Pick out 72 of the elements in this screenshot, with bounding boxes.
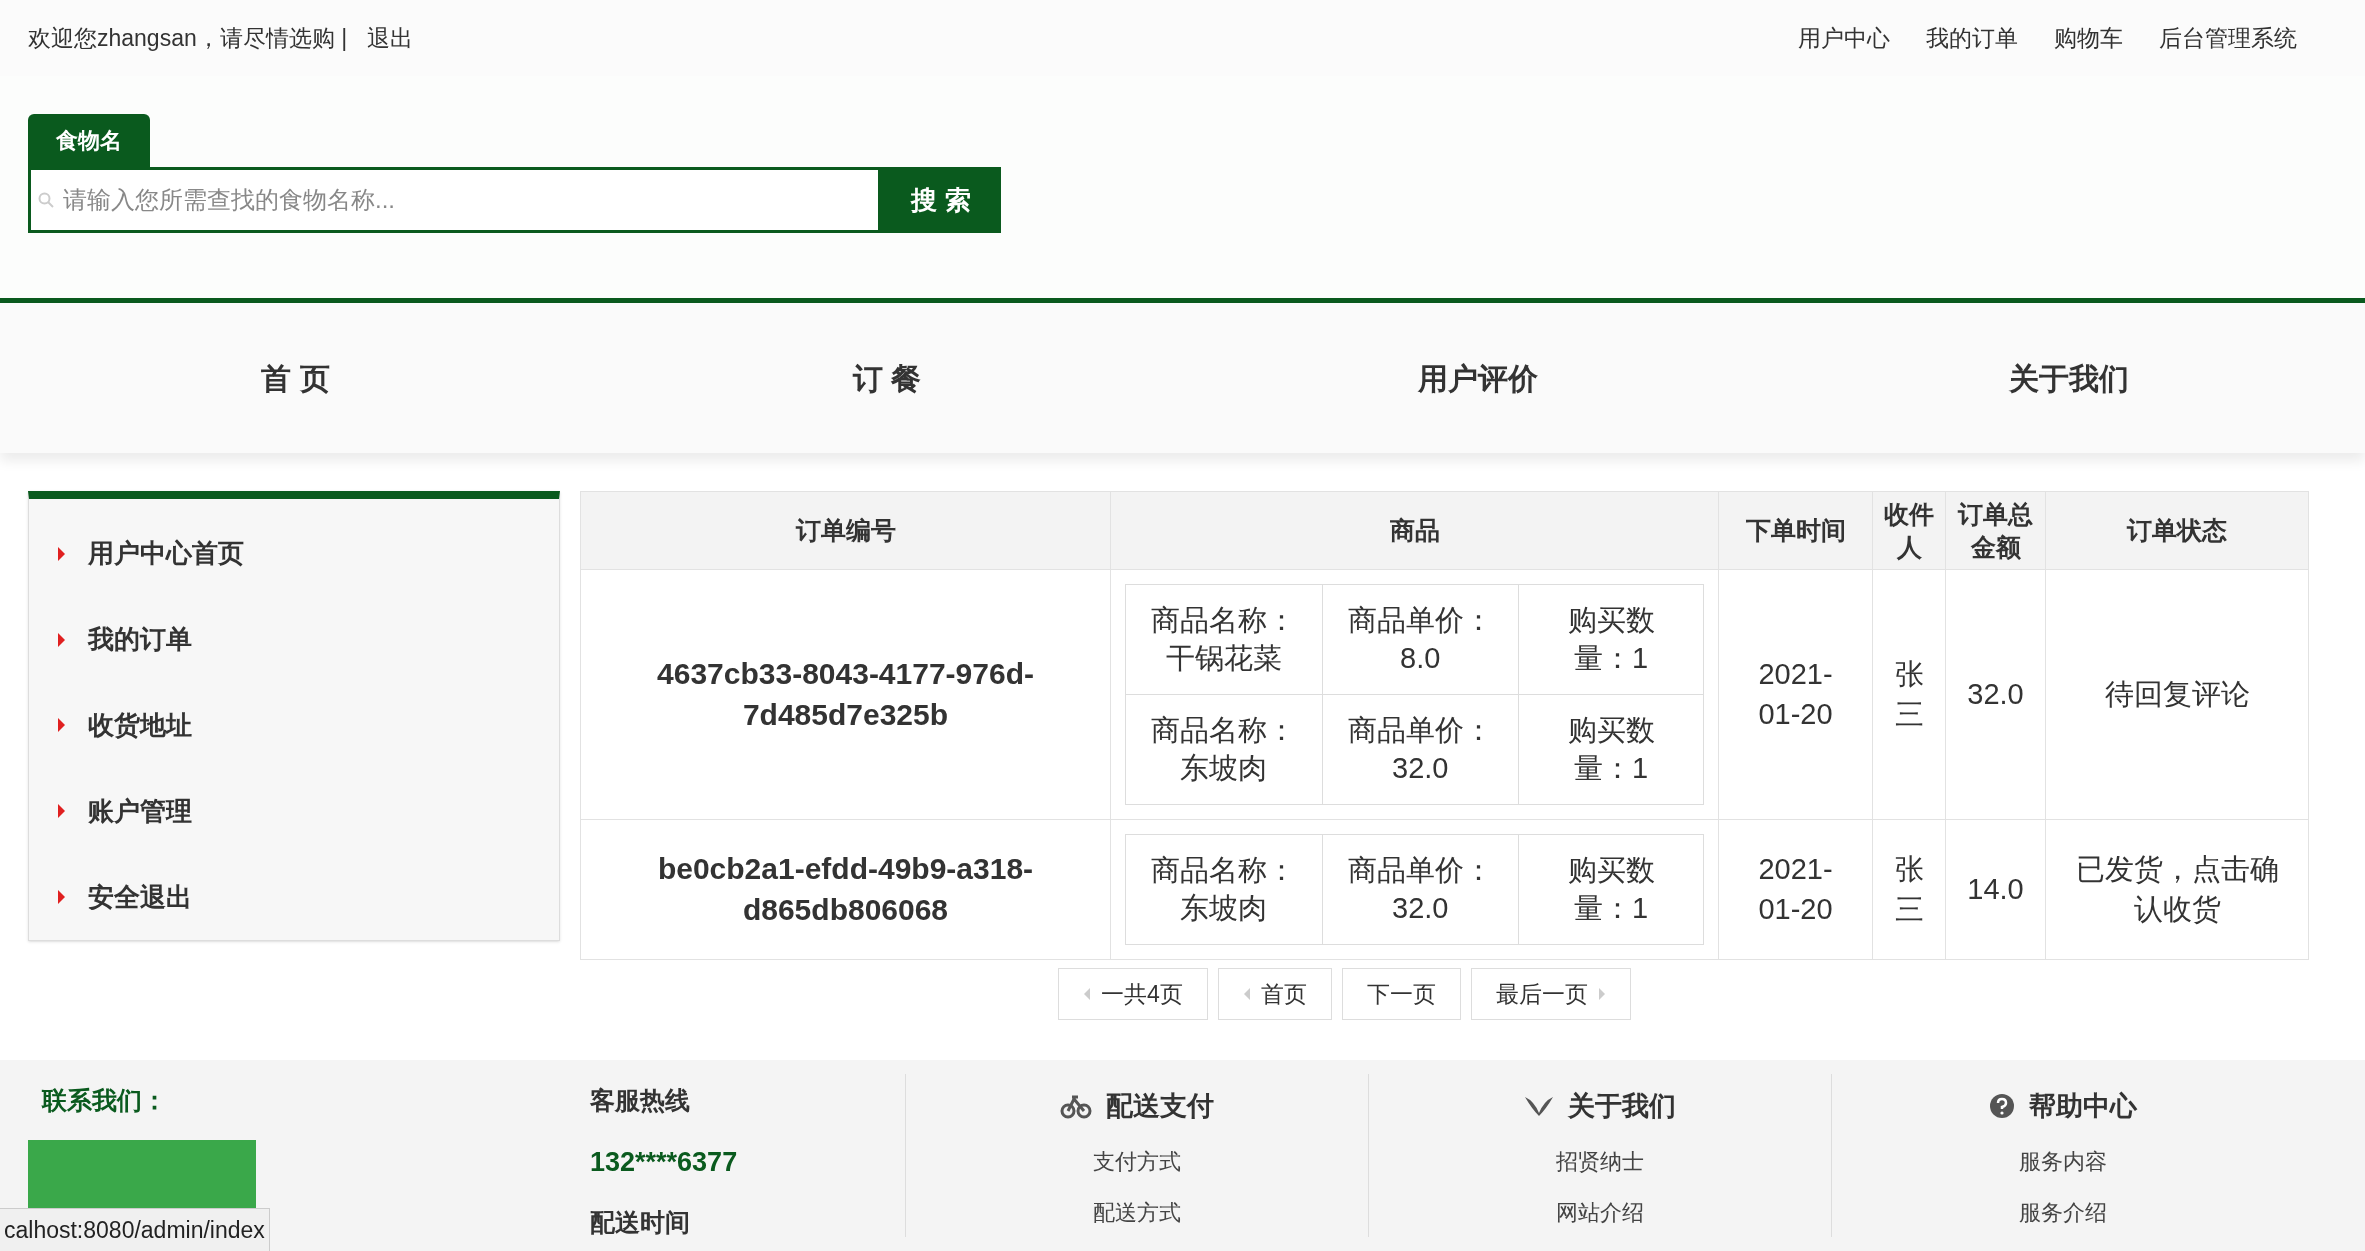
caret-right-icon: [57, 631, 66, 648]
search-icon: [38, 192, 54, 208]
status-bar-url: calhost:8080/admin/index: [0, 1207, 270, 1251]
column-header: 下单时间: [1718, 491, 1873, 570]
order-status-cell: 待回复评论: [2045, 569, 2309, 820]
sidebar-link[interactable]: 安全退出: [88, 877, 192, 917]
contact-title: 联系我们：: [42, 1085, 168, 1116]
footer-link[interactable]: 服务内容: [2019, 1144, 2107, 1178]
delivery-hours-title: 配送时间: [590, 1207, 691, 1238]
item-name-cell: 商品名称：东坡肉: [1125, 694, 1322, 805]
item-quantity-cell: 购买数量：1: [1518, 694, 1704, 805]
welcome-text: 欢迎您zhangsan，请尽情选购 |: [28, 23, 348, 53]
footer-column-title: 关于我们: [1568, 1090, 1676, 1123]
search-button[interactable]: 搜 索: [881, 167, 1001, 233]
item-price-cell: 商品单价：32.0: [1322, 834, 1519, 945]
pagination-button[interactable]: 最后一页: [1470, 968, 1631, 1020]
sidebar-link[interactable]: 账户管理: [88, 791, 192, 831]
main-nav-link[interactable]: 订 餐: [852, 355, 922, 401]
column-header: 订单总金额: [1945, 491, 2046, 570]
pagination-button[interactable]: 下一页: [1341, 968, 1461, 1020]
column-header: 订单状态: [2045, 491, 2309, 570]
pagination-button[interactable]: 一共4页: [1058, 968, 1208, 1020]
receiver-cell: 张三: [1872, 819, 1946, 960]
caret-left-icon: [1242, 987, 1251, 1001]
order-time-cell: 2021-01-20: [1718, 569, 1873, 820]
footer-link[interactable]: 网站介绍: [1556, 1195, 1644, 1229]
bicycle-icon: [1060, 1093, 1092, 1120]
pagination-button[interactable]: 首页: [1217, 968, 1332, 1020]
main-nav-link[interactable]: 首 页: [261, 355, 330, 401]
order-number-cell: 4637cb33-8043-4177-976d-7d485d7e325b: [580, 569, 1111, 820]
receiver-cell: 张三: [1872, 569, 1946, 820]
search-category-tab[interactable]: 食物名: [28, 114, 150, 167]
column-header: 收件人: [1872, 491, 1946, 570]
logout-link[interactable]: 退出: [367, 20, 414, 56]
top-nav-link[interactable]: 用户中心: [1798, 20, 1890, 56]
top-nav-link[interactable]: 后台管理系统: [2159, 20, 2297, 56]
footer-link[interactable]: 服务介绍: [2019, 1195, 2107, 1229]
item-name-cell: 商品名称：干锅花菜: [1125, 584, 1322, 695]
item-price-cell: 商品单价：32.0: [1322, 694, 1519, 805]
order-status-cell: 已发货，点击确认收货: [2045, 819, 2309, 960]
caret-right-icon: [57, 717, 66, 734]
footer-link[interactable]: 支付方式: [1093, 1144, 1181, 1178]
hotline-title: 客服热线: [590, 1085, 691, 1116]
top-nav-link[interactable]: 购物车: [2054, 20, 2123, 56]
footer-column-title: 帮助中心: [2029, 1090, 2137, 1123]
sidebar-link[interactable]: 我的订单: [88, 620, 192, 660]
caret-right-icon: [57, 889, 66, 906]
column-header: 订单编号: [580, 491, 1111, 570]
sidebar-link[interactable]: 用户中心首页: [88, 534, 244, 574]
caret-right-icon: [1597, 987, 1606, 1001]
top-nav-link[interactable]: 我的订单: [1926, 20, 2018, 56]
footer-column-title: 配送支付: [1106, 1090, 1214, 1123]
footer-link[interactable]: 招贤纳士: [1556, 1144, 1644, 1178]
order-number-cell: be0cb2a1-efdd-49b9-a318-d865db806068: [580, 819, 1111, 960]
item-name-cell: 商品名称：东坡肉: [1125, 834, 1322, 945]
hotline-phone: 132****6377: [590, 1145, 739, 1179]
column-header: 商品: [1110, 491, 1719, 570]
main-nav-link[interactable]: 关于我们: [2009, 355, 2130, 401]
main-nav-link[interactable]: 用户评价: [1418, 355, 1539, 401]
search-field[interactable]: 请输入您所需查找的食物名称...: [28, 167, 881, 233]
caret-right-icon: [57, 803, 66, 820]
item-quantity-cell: 购买数量：1: [1518, 584, 1704, 695]
order-total-cell: 32.0: [1945, 569, 2046, 820]
item-quantity-cell: 购买数量：1: [1518, 834, 1704, 945]
order-time-cell: 2021-01-20: [1718, 819, 1873, 960]
help-icon: [1989, 1093, 2015, 1120]
caret-left-icon: [1083, 987, 1092, 1001]
sidebar-link[interactable]: 收货地址: [88, 706, 192, 745]
order-total-cell: 14.0: [1945, 819, 2046, 960]
caret-right-icon: [57, 545, 66, 562]
footer-link[interactable]: 配送方式: [1093, 1195, 1181, 1229]
item-price-cell: 商品单价：8.0: [1322, 584, 1519, 695]
